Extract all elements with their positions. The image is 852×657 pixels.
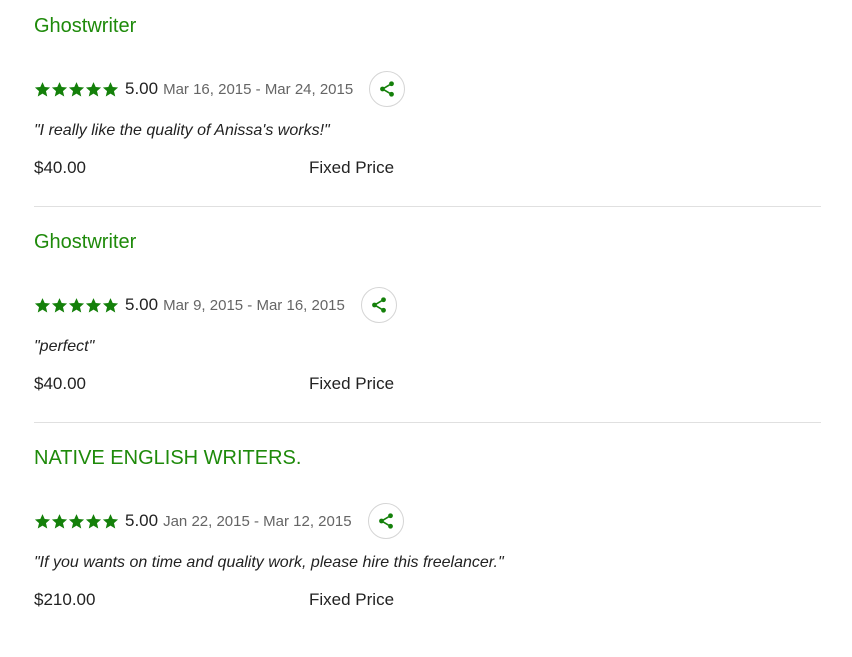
star-rating <box>34 81 119 98</box>
job-title-link[interactable]: NATIVE ENGLISH WRITERS. <box>34 444 301 472</box>
rating-score: 5.00 <box>125 295 159 314</box>
contract-amount: $40.00 <box>34 158 86 177</box>
star-icon <box>102 297 119 314</box>
share-button[interactable] <box>360 287 397 323</box>
star-icon <box>85 513 102 530</box>
price-type: Fixed Price <box>309 590 395 609</box>
star-icon <box>34 297 51 314</box>
star-icon <box>68 297 85 314</box>
share-icon <box>370 296 388 314</box>
star-icon <box>51 297 68 314</box>
star-icon <box>68 81 85 98</box>
review-item: Ghostwriter 5.00 Mar 16, 2015 - Mar 24, … <box>34 0 821 216</box>
star-rating <box>34 297 119 314</box>
star-icon <box>85 81 102 98</box>
review-item: Ghostwriter 5.00 Mar 9, 2015 - Mar 16, 2… <box>34 216 821 432</box>
rating-row: 5.00 Jan 22, 2015 - Mar 12, 2015 <box>34 503 404 539</box>
client-feedback: "I really like the quality of Anissa's w… <box>34 122 330 139</box>
star-icon <box>85 297 102 314</box>
share-icon <box>378 80 396 98</box>
share-button[interactable] <box>369 71 406 107</box>
rating-row: 5.00 Mar 16, 2015 - Mar 24, 2015 <box>34 71 406 107</box>
star-icon <box>51 81 68 98</box>
contract-amount: $40.00 <box>34 374 86 393</box>
share-icon <box>377 512 395 530</box>
price-type: Fixed Price <box>309 158 395 177</box>
divider <box>34 422 821 423</box>
star-icon <box>68 513 85 530</box>
review-item: NATIVE ENGLISH WRITERS. 5.00 Jan 22, 201… <box>34 432 821 648</box>
contract-dates: Mar 16, 2015 - Mar 24, 2015 <box>163 80 354 98</box>
star-icon <box>102 81 119 98</box>
job-title-link[interactable]: Ghostwriter <box>34 12 136 40</box>
rating-score: 5.00 <box>125 79 159 98</box>
star-icon <box>51 513 68 530</box>
star-icon <box>34 513 51 530</box>
divider <box>34 206 821 207</box>
price-type: Fixed Price <box>309 374 395 393</box>
contract-dates: Jan 22, 2015 - Mar 12, 2015 <box>163 512 352 530</box>
rating-score: 5.00 <box>125 511 159 530</box>
share-button[interactable] <box>367 503 404 539</box>
client-feedback: "perfect" <box>34 338 95 355</box>
job-title-link[interactable]: Ghostwriter <box>34 228 136 256</box>
client-feedback: "If you wants on time and quality work, … <box>34 554 504 571</box>
rating-row: 5.00 Mar 9, 2015 - Mar 16, 2015 <box>34 287 397 323</box>
work-history-list: Ghostwriter 5.00 Mar 16, 2015 - Mar 24, … <box>0 0 852 657</box>
contract-amount: $210.00 <box>34 590 96 609</box>
star-icon <box>34 81 51 98</box>
star-icon <box>102 513 119 530</box>
star-rating <box>34 513 119 530</box>
contract-dates: Mar 9, 2015 - Mar 16, 2015 <box>163 296 345 314</box>
